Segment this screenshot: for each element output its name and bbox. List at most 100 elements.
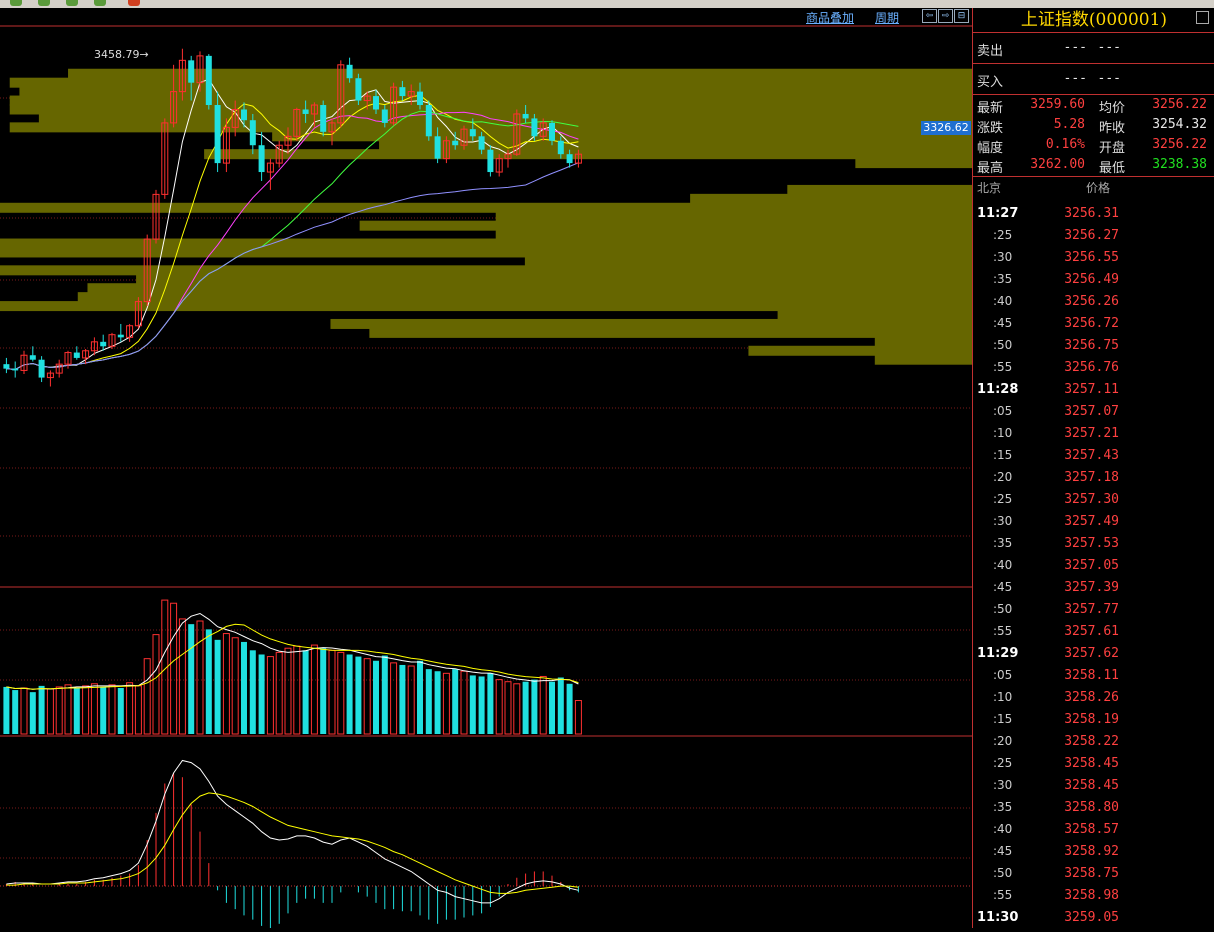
volume-bar (100, 686, 107, 734)
toolbar-green-button-3[interactable] (66, 0, 78, 6)
tick-time: :55 (993, 624, 1013, 638)
volume-bar (3, 686, 10, 734)
volume-bar (214, 639, 221, 734)
volume-bar (46, 688, 54, 735)
volume-profile-bar (369, 327, 972, 338)
candle-body (522, 113, 529, 119)
tick-price: 3258.26 (1064, 690, 1119, 705)
quote-value: 0.16% (1045, 137, 1085, 152)
tick-price: 3258.22 (1064, 734, 1119, 749)
quote-value: 3254.32 (1152, 117, 1207, 132)
kline-chart[interactable] (0, 8, 972, 928)
toolbar-green-button-4[interactable] (94, 0, 106, 6)
tick-price: 3258.75 (1064, 866, 1119, 881)
volume-bar (126, 682, 134, 735)
panel-toggle-icon[interactable] (1196, 11, 1209, 24)
volume-bar (73, 687, 80, 734)
volume-bar (328, 649, 336, 735)
tick-row: :50 3256.75 (973, 338, 1214, 360)
tick-price: 3256.49 (1064, 272, 1119, 287)
tick-row: :15 3258.19 (973, 712, 1214, 734)
toolbar-green-button-2[interactable] (38, 0, 50, 6)
volume-profile-bar (9, 95, 972, 106)
volume-profile-bar (9, 77, 972, 88)
candle-body (205, 55, 212, 106)
tick-price: 3256.26 (1064, 294, 1119, 309)
volume-bar (64, 684, 72, 735)
tick-time: :10 (993, 426, 1013, 440)
tick-time: :45 (993, 844, 1013, 858)
tick-price: 3257.05 (1064, 558, 1119, 573)
tick-time: :45 (993, 580, 1013, 594)
candle-body (302, 109, 309, 114)
candle-body (100, 341, 107, 347)
volume-bar (302, 650, 309, 734)
candle-body (38, 359, 45, 378)
quote-label: 昨收 (1099, 121, 1126, 136)
tick-time: :15 (993, 448, 1013, 462)
volume-bar (55, 686, 63, 735)
volume-profile-bar (0, 247, 972, 258)
volume-profile-bar (136, 274, 972, 285)
volume-bar (346, 654, 353, 734)
volume-bar (249, 650, 256, 734)
buy-value-1: --- (1063, 71, 1087, 86)
volume-bar (381, 655, 388, 734)
tick-row: 11:30 3259.05 (973, 910, 1214, 932)
candle-body (469, 129, 476, 137)
tick-time: :40 (993, 558, 1013, 572)
tick-time: :35 (993, 800, 1013, 814)
chart-area[interactable]: 商品叠加 周期 ⇦ ⇨ ⊟ 3458.79→ 3326.62 (0, 8, 972, 928)
tick-row: :25 3258.45 (973, 756, 1214, 778)
toolbar-green-button-1[interactable] (10, 0, 22, 6)
scroll-left-icon[interactable]: ⇦ (922, 9, 937, 23)
volume-bar (460, 670, 468, 735)
tick-price: 3258.80 (1064, 800, 1119, 815)
candle-body (241, 109, 247, 121)
candle-body (12, 368, 19, 371)
period-link[interactable]: 周期 (875, 9, 899, 26)
volume-bar (478, 676, 485, 734)
volume-bar (390, 662, 398, 735)
sell-value-2: --- (1097, 40, 1121, 55)
volume-bar (275, 651, 283, 735)
volume-bar (134, 685, 142, 735)
divider (973, 32, 1214, 33)
tick-row: :40 3256.26 (973, 294, 1214, 316)
quote-label: 最高 (977, 161, 1004, 176)
divider (973, 63, 1214, 64)
candle-body (346, 64, 353, 79)
peak-price-label: 3458.79→ (94, 48, 149, 61)
volume-bar (82, 685, 90, 735)
volume-bar (231, 637, 239, 735)
tick-time: :20 (993, 470, 1013, 484)
tick-price: 3257.18 (1064, 470, 1119, 485)
tick-price: 3256.76 (1064, 360, 1119, 375)
volume-bar (469, 675, 476, 734)
tick-time: 11:28 (977, 382, 1019, 397)
volume-bar (170, 602, 178, 735)
tick-time: :30 (993, 778, 1013, 792)
tick-row: :25 3257.30 (973, 492, 1214, 514)
tick-time: 11:29 (977, 646, 1019, 661)
overlay-link[interactable]: 商品叠加 (806, 9, 854, 26)
volume-bar (90, 683, 98, 735)
candle-body (73, 352, 80, 358)
tick-header-price: 价格 (1086, 181, 1111, 195)
volume-bar (143, 658, 151, 735)
tick-price: 3257.49 (1064, 514, 1119, 529)
toolbar-red-button[interactable] (128, 0, 140, 6)
tick-price: 3257.43 (1064, 448, 1119, 463)
tick-time: :35 (993, 536, 1013, 550)
scroll-right-icon[interactable]: ⇨ (938, 9, 953, 23)
volume-bar (241, 641, 247, 734)
volume-bar (557, 677, 564, 734)
volume-bar (293, 645, 301, 735)
restore-icon[interactable]: ⊟ (954, 9, 969, 23)
macd-dif-line (6, 759, 579, 904)
candle-body (3, 364, 10, 369)
tick-time: :15 (993, 712, 1013, 726)
tick-price: 3257.39 (1064, 580, 1119, 595)
volume-profile-bar (777, 310, 972, 321)
volume-bar (522, 681, 529, 734)
